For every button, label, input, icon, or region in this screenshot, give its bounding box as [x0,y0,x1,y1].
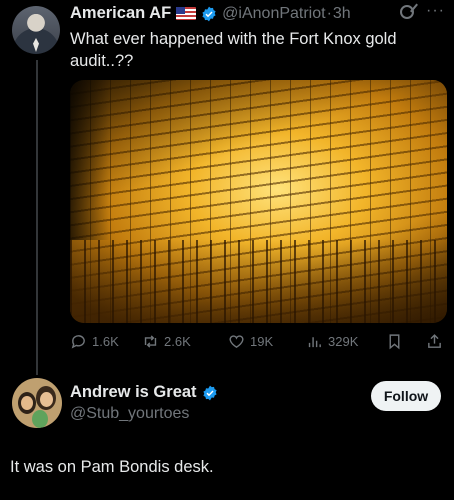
tweet-header: American AF @iAnonPatriot · 3h [70,4,351,23]
tweet-text: What ever happened with the Fort Knox go… [70,30,397,70]
like-action[interactable]: 19K [228,333,273,350]
author-avatar[interactable] [12,6,60,54]
share-icon[interactable] [426,333,443,350]
us-flag-icon [176,7,197,20]
reply-action[interactable]: 1.6K [70,333,119,350]
views-action[interactable]: 329K [306,333,358,350]
thread-connector-line [36,60,38,375]
tweet-media-gold-bars[interactable] [70,80,447,323]
grok-icon[interactable] [400,5,414,19]
reply-account-handle[interactable]: @Stub_yourtoes [70,405,189,423]
tweet-time[interactable]: 3h [333,5,351,23]
verified-badge-icon [202,385,217,400]
like-count: 19K [250,334,274,349]
views-chart-icon [308,337,321,348]
repost-action[interactable]: 2.6K [142,333,191,350]
reply-account-avatar[interactable] [12,378,62,428]
tweet-actions-bar: 1.6K 2.6K 19K 329K [70,333,447,355]
heart-icon [229,335,244,349]
reply-text: It was on Pam Bondis desk. [10,458,214,476]
reply-count: 1.6K [92,334,119,349]
views-count: 329K [328,334,359,349]
repost-icon [144,335,157,348]
reply-account-header: Andrew is Great [70,383,218,402]
more-options-icon[interactable]: ··· [426,2,445,20]
verified-badge-icon [202,6,216,21]
reply-account-name[interactable]: Andrew is Great [70,383,197,402]
reply-icon [71,335,85,349]
author-name[interactable]: American AF [70,4,171,23]
follow-button[interactable]: Follow [371,381,441,411]
author-handle[interactable]: @iAnonPatriot [222,5,325,23]
header-separator: · [326,4,332,22]
repost-count: 2.6K [164,334,191,349]
bookmark-icon[interactable] [386,333,403,350]
